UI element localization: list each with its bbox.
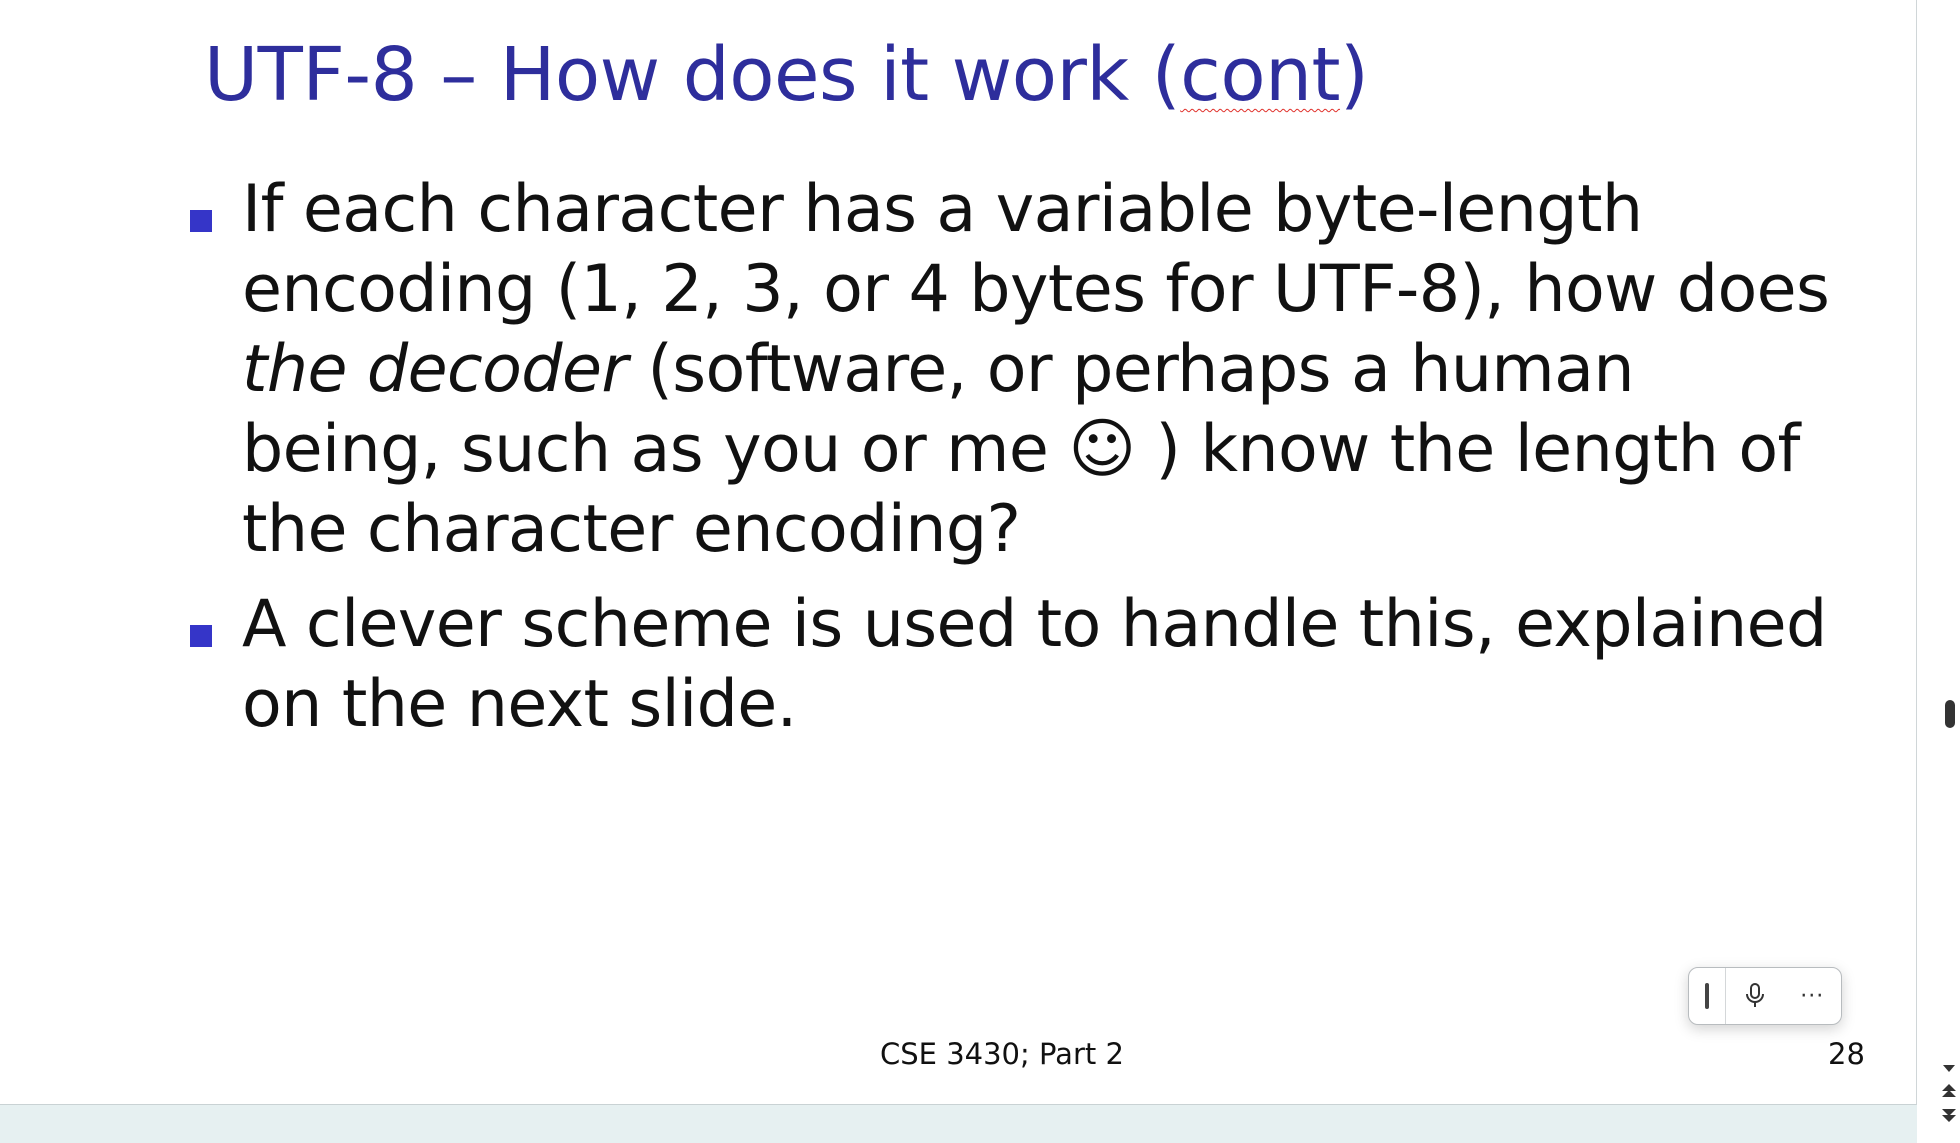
vertical-scrollbar[interactable]: [1917, 0, 1960, 1143]
bullet-square-icon: [190, 210, 212, 232]
slide-title: UTF-8 – How does it work (cont): [204, 30, 1369, 120]
grip-icon[interactable]: [1689, 968, 1726, 1024]
title-text-end: ): [1340, 32, 1369, 118]
more-icon: ···: [1800, 983, 1825, 1009]
bullet-list: If each character has a variable byte-le…: [190, 170, 1830, 760]
more-options-button[interactable]: ···: [1783, 968, 1841, 1024]
floating-dictation-toolbar: ···: [1688, 967, 1842, 1025]
bullet-text: A clever scheme is used to handle this, …: [242, 587, 1827, 742]
bullet-square-icon: [190, 625, 212, 647]
scrollbar-thumb[interactable]: [1945, 700, 1955, 728]
title-text: UTF-8 – How does it work (: [204, 32, 1181, 118]
bullet-item: If each character has a variable byte-le…: [190, 170, 1830, 570]
bullet-text: If each character has a variable byte-le…: [242, 172, 1830, 327]
previous-slide-icon[interactable]: [1940, 1082, 1958, 1100]
next-slide-icon[interactable]: [1940, 1106, 1958, 1124]
bullet-italic-text: the decoder: [242, 332, 628, 407]
slide-number: 28: [1828, 1037, 1865, 1071]
slide: UTF-8 – How does it work (cont) If each …: [0, 0, 1917, 1105]
microphone-icon: [1745, 983, 1764, 1007]
scroll-down-small-icon[interactable]: [1940, 1060, 1958, 1078]
title-misspelled-word: cont: [1180, 32, 1341, 118]
microphone-button[interactable]: [1726, 968, 1784, 1024]
slide-footer: CSE 3430; Part 2: [880, 1037, 1124, 1071]
bullet-item: A clever scheme is used to handle this, …: [190, 585, 1830, 745]
